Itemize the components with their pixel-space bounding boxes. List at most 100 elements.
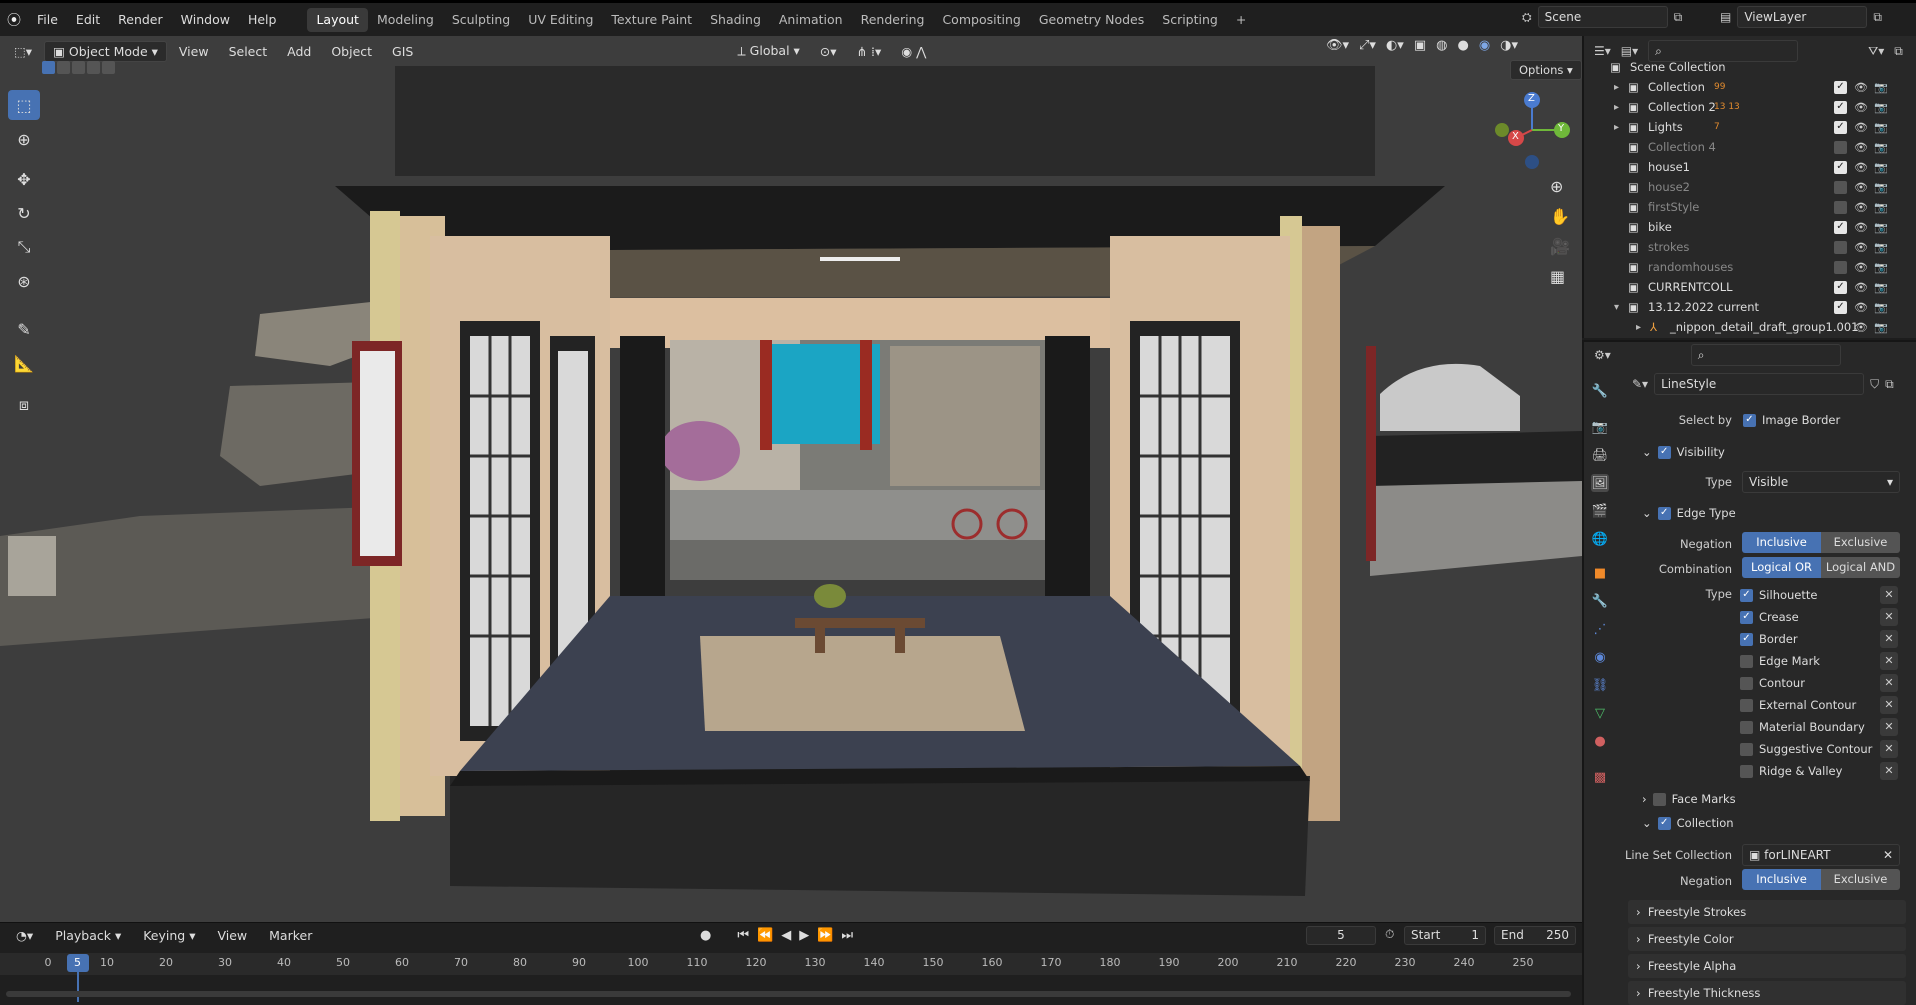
select-mode-extend-icon[interactable]: [57, 61, 70, 74]
keying-menu[interactable]: Keying ▾: [135, 926, 203, 945]
edge-type-option[interactable]: External Contour: [1740, 695, 1856, 715]
options-dropdown[interactable]: Options ▾: [1510, 60, 1582, 80]
timeline[interactable]: ◔▾ Playback ▾ Keying ▾ View Marker ● ⏮ ⏪…: [0, 922, 1582, 1005]
blender-logo-icon[interactable]: ⦿: [0, 10, 28, 30]
render-camera-icon[interactable]: 📷: [1874, 201, 1888, 214]
linestyle-brush-icon[interactable]: ✎▾: [1632, 377, 1648, 391]
visibility-eye-icon[interactable]: 👁: [1854, 241, 1868, 254]
render-camera-icon[interactable]: 📷: [1874, 101, 1888, 114]
proportional-edit-icon[interactable]: ◉ ⋀: [893, 42, 934, 61]
logical-or-button[interactable]: Logical OR: [1742, 557, 1821, 578]
face-marks-checkbox[interactable]: [1652, 792, 1666, 806]
expand-arrow-icon[interactable]: ▸: [1614, 82, 1619, 93]
playhead[interactable]: 5: [66, 954, 89, 972]
render-camera-icon[interactable]: 📷: [1874, 141, 1888, 154]
outliner-row[interactable]: ▣ bike ✓ 👁 📷: [1584, 217, 1916, 237]
exclude-checkbox[interactable]: ✓: [1834, 120, 1847, 134]
edge-type-option-checkbox[interactable]: [1740, 764, 1753, 778]
collection-exclusive-button[interactable]: Exclusive: [1821, 869, 1900, 890]
select-mode-new-icon[interactable]: [42, 61, 55, 74]
frame-scrollbar[interactable]: [6, 991, 1571, 997]
select-mode-subtract-icon[interactable]: [72, 61, 85, 74]
visibility-eye-icon[interactable]: 👁: [1854, 281, 1868, 294]
scene-collection-row[interactable]: ▣ Scene Collection: [1584, 57, 1916, 77]
transform-tool-icon[interactable]: ⊛: [8, 266, 40, 296]
zoom-icon[interactable]: ⊕: [1550, 177, 1563, 196]
outliner-row[interactable]: ▣ CURRENTCOLL ✓ 👁 📷: [1584, 277, 1916, 297]
jump-start-icon[interactable]: ⏮: [737, 928, 749, 943]
freestyle-color-panel[interactable]: › Freestyle Color: [1628, 927, 1906, 951]
edge-type-option[interactable]: ✓ Silhouette: [1740, 585, 1817, 605]
fake-user-icon[interactable]: ⛉: [1870, 377, 1879, 392]
line-set-collection-field[interactable]: ▣ forLINEART ✕: [1742, 844, 1900, 866]
frame-ruler[interactable]: 0 10 20 30 40 50 60 70 80 90 100 110 120 130 140 150 160…: [0, 953, 1582, 1002]
gizmo-toggle-icon[interactable]: ⤢▾: [1359, 38, 1376, 53]
exclude-edge-type-button[interactable]: ✕: [1880, 586, 1898, 604]
expand-arrow-icon[interactable]: ▸: [1614, 122, 1619, 133]
outliner-row[interactable]: ▣ house2 👁 📷: [1584, 177, 1916, 197]
collection-panel-header[interactable]: ⌄ ✓ Collection: [1642, 813, 1734, 833]
copy-view-layer-icon[interactable]: ⧉: [1873, 10, 1882, 25]
prev-keyframe-icon[interactable]: ⏪: [757, 928, 773, 943]
rotate-tool-icon[interactable]: ↻: [8, 198, 40, 228]
render-camera-icon[interactable]: 📷: [1874, 81, 1888, 94]
edge-type-option[interactable]: Edge Mark: [1740, 651, 1820, 671]
visibility-eye-icon[interactable]: 👁: [1854, 141, 1868, 154]
expand-arrow-icon[interactable]: ▸: [1636, 322, 1641, 333]
exclude-checkbox[interactable]: [1834, 140, 1847, 154]
timeline-editor-icon[interactable]: ◔▾: [8, 926, 41, 945]
collection-checkbox[interactable]: ✓: [1657, 816, 1671, 830]
outliner-row[interactable]: ▣ house1 ✓ 👁 📷: [1584, 157, 1916, 177]
material-shading-icon[interactable]: ◉: [1479, 38, 1490, 53]
render-camera-icon[interactable]: 📷: [1874, 321, 1888, 334]
move-tool-icon[interactable]: ✥: [8, 164, 40, 194]
visibility-panel-header[interactable]: ⌄ ✓ Visibility: [1642, 442, 1725, 462]
collection-negation-segmented[interactable]: Inclusive Exclusive: [1742, 869, 1900, 890]
select-mode-invert-icon[interactable]: [87, 61, 100, 74]
edge-type-option[interactable]: Suggestive Contour: [1740, 739, 1872, 759]
tab-layout[interactable]: Layout: [307, 7, 368, 32]
properties-editor-icon[interactable]: ⚙▾: [1594, 348, 1611, 362]
marker-menu[interactable]: Marker: [261, 926, 320, 945]
view-layer-name-field[interactable]: ViewLayer: [1737, 6, 1868, 28]
outliner-row[interactable]: ▾ ▣ 13.12.2022 current ✓ 👁 📷: [1584, 297, 1916, 317]
negation-exclusive-button[interactable]: Exclusive: [1821, 532, 1900, 553]
modifier-tab-icon[interactable]: 🔧: [1591, 592, 1609, 610]
data-tab-icon[interactable]: ▽: [1591, 704, 1609, 722]
exclude-checkbox[interactable]: [1834, 180, 1847, 194]
solid-shading-icon[interactable]: ●: [1457, 38, 1468, 53]
navigation-gizmo[interactable]: Z Y X: [1490, 90, 1580, 170]
outliner-row[interactable]: ▣ firstStyle 👁 📷: [1584, 197, 1916, 217]
menu-render[interactable]: Render: [109, 4, 172, 36]
tab-sculpting[interactable]: Sculpting: [443, 8, 519, 32]
xray-icon[interactable]: ▣: [1414, 38, 1426, 53]
edge-type-option-checkbox[interactable]: ✓: [1740, 610, 1753, 624]
end-frame-field[interactable]: End 250: [1494, 926, 1576, 945]
tool-settings-tab-icon[interactable]: 🔧: [1591, 382, 1609, 400]
transform-orientation-dropdown[interactable]: ⟂ Global ▾: [729, 41, 807, 61]
visibility-type-dropdown[interactable]: Visible ▾: [1742, 471, 1900, 493]
outliner-editor-icon[interactable]: ☰▾: [1594, 44, 1611, 58]
edge-type-option[interactable]: ✓ Border: [1740, 629, 1798, 649]
object-mode-dropdown[interactable]: ▣ Object Mode ▾: [44, 40, 167, 62]
material-tab-icon[interactable]: ●: [1591, 732, 1609, 750]
cursor-tool-icon[interactable]: ⊕: [8, 124, 40, 154]
freestyle-thickness-panel[interactable]: › Freestyle Thickness: [1628, 981, 1906, 1005]
menu-object[interactable]: Object: [323, 42, 380, 61]
properties-search-field[interactable]: ⌕: [1690, 344, 1841, 366]
exclude-edge-type-button[interactable]: ✕: [1880, 740, 1898, 758]
outliner-row[interactable]: ▸ ▣ Collection 2 13 13 ✓ 👁 📷: [1584, 97, 1916, 117]
negation-segmented[interactable]: Inclusive Exclusive: [1742, 532, 1900, 553]
start-frame-field[interactable]: Start 1: [1404, 926, 1486, 945]
exclude-checkbox[interactable]: ✓: [1834, 80, 1847, 94]
image-border-checkbox[interactable]: ✓: [1743, 413, 1756, 427]
visibility-checkbox[interactable]: ✓: [1657, 445, 1671, 459]
visibility-eye-icon[interactable]: 👁: [1854, 101, 1868, 114]
editor-type-icon[interactable]: ⬚▾: [6, 42, 40, 61]
menu-add[interactable]: Add: [279, 42, 319, 61]
output-tab-icon[interactable]: 🖨: [1591, 446, 1609, 464]
render-camera-icon[interactable]: 📷: [1874, 161, 1888, 174]
view-layer-tab-icon[interactable]: 🖼: [1591, 474, 1609, 492]
tab-compositing[interactable]: Compositing: [933, 8, 1029, 32]
play-icon[interactable]: ▶: [799, 928, 809, 943]
